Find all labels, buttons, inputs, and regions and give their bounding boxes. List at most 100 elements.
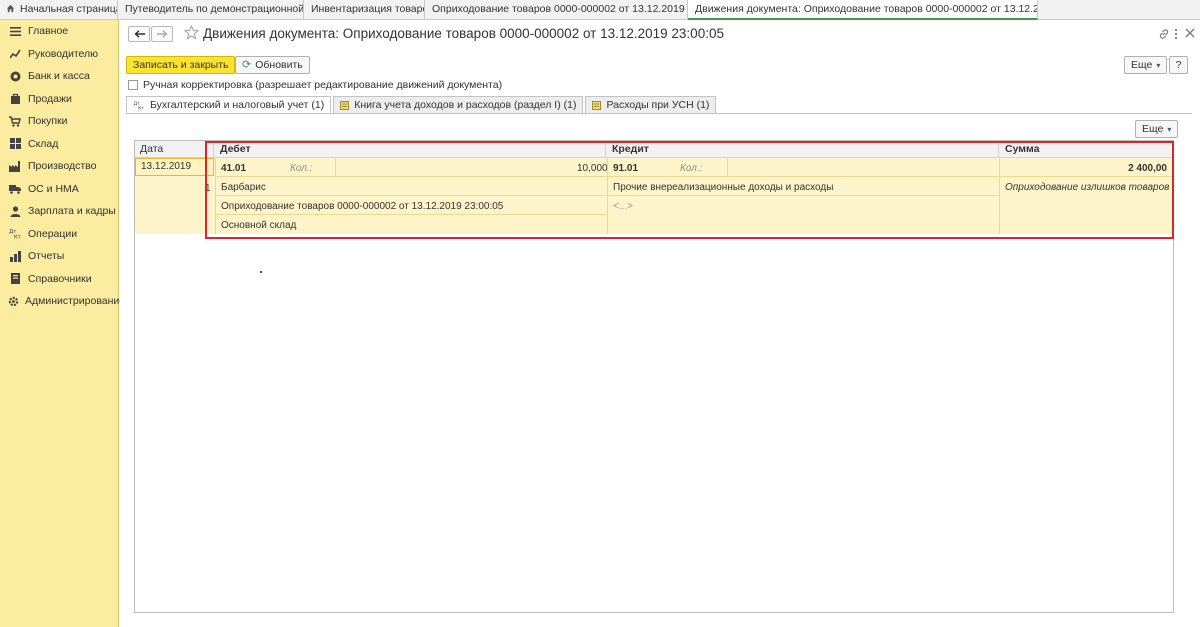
sidebar-item-operations[interactable]: Дт Кт Операции	[0, 223, 118, 246]
tab-usn-expenses[interactable]: Расходы при УСН (1)	[585, 96, 717, 113]
cell-divider	[215, 158, 216, 234]
refresh-button[interactable]: ⟳ Обновить	[235, 56, 310, 74]
sidebar-item-label: Банк и касса	[28, 70, 90, 83]
sidebar-item-purchases[interactable]: Покупки	[0, 110, 118, 133]
manual-edit-row[interactable]: Ручная корректировка (разрешает редактир…	[128, 79, 502, 91]
cell-divider	[999, 158, 1000, 234]
grid-more-button[interactable]: Еще ▾	[1135, 120, 1179, 138]
tab-document-movements[interactable]: Движения документа: Оприходование товаро…	[688, 0, 1038, 20]
sidebar-item-label: Продажи	[28, 92, 72, 105]
tabs-divider	[126, 113, 1192, 114]
save-and-close-button[interactable]: Записать и закрыть	[126, 56, 236, 74]
column-date[interactable]: Дата	[135, 141, 214, 158]
tab-inventory[interactable]: Инвентаризация товаров	[304, 0, 425, 20]
window-tab-bar: Начальная страница Путеводитель по демон…	[0, 0, 1200, 20]
debit-subconto-2[interactable]: Оприходование товаров 0000-000002 от 13.…	[221, 201, 503, 212]
grid-more-label: Еще	[1142, 123, 1164, 135]
debit-quantity[interactable]: 10,000	[577, 163, 608, 174]
report-icon	[8, 250, 22, 262]
main-area: Движения документа: Оприходование товаро…	[120, 20, 1200, 627]
menu-icon	[8, 25, 22, 37]
debit-subconto-1[interactable]: Барбарис	[221, 182, 266, 193]
column-sum[interactable]: Сумма	[1000, 141, 1173, 158]
sidebar-item-production[interactable]: Производство	[0, 155, 118, 178]
sidebar-item-label: Отчеты	[28, 250, 65, 263]
tab-guide-label: Путеводитель по демонстрационной базе	[125, 3, 304, 15]
sidebar-item-label: Операции	[28, 227, 78, 240]
credit-subconto-2[interactable]: <...>	[613, 201, 633, 212]
bag-icon	[8, 93, 22, 105]
debit-subconto-3[interactable]: Основной склад	[221, 220, 296, 231]
credit-subconto-1[interactable]: Прочие внереализационные доходы и расход…	[613, 182, 833, 193]
movements-table[interactable]: Дата Дебет Кредит Сумма 13.12.2019 1 41.…	[134, 140, 1174, 613]
tab-accounting[interactable]: Дт Кт Бухгалтерский и налоговый учет (1)	[126, 96, 332, 113]
cell-divider	[215, 195, 607, 196]
close-window-icon[interactable]	[1185, 28, 1195, 38]
sidebar-item-assets[interactable]: ОС и НМА	[0, 178, 118, 201]
tab-home[interactable]: Начальная страница	[0, 0, 118, 20]
more-button[interactable]: Еще ▾	[1124, 56, 1168, 74]
refresh-label: Обновить	[255, 59, 303, 71]
operations-icon: ДтКт	[134, 101, 145, 110]
sidebar-item-sales[interactable]: Продажи	[0, 88, 118, 111]
link-icon[interactable]	[1158, 28, 1170, 40]
table-header: Дата Дебет Кредит Сумма	[135, 141, 1173, 158]
cell-divider	[607, 195, 999, 196]
column-debit[interactable]: Дебет	[215, 141, 606, 158]
more-label: Еще	[1131, 59, 1153, 71]
sidebar-item-label: Производство	[28, 160, 97, 173]
credit-account[interactable]: 91.01	[613, 163, 638, 174]
register-icon	[340, 100, 350, 110]
tab-accounting-label: Бухгалтерский и налоговый учет (1)	[150, 98, 325, 111]
sidebar-item-bank[interactable]: Банк и касса	[0, 65, 118, 88]
sidebar-item-label: Склад	[28, 137, 59, 150]
sum-value[interactable]: 2 400,00	[1128, 163, 1167, 174]
tab-guide[interactable]: Путеводитель по демонстрационной базе	[118, 0, 304, 20]
table-row[interactable]: 13.12.2019 1 41.01 Кол.: 10,000 Барбарис…	[135, 158, 1173, 234]
more-vertical-icon[interactable]	[1174, 28, 1178, 40]
cell-divider	[607, 158, 608, 234]
cell-divider	[727, 158, 728, 176]
sidebar-item-label: Главное	[28, 25, 69, 38]
arrow-left-icon	[133, 30, 145, 38]
star-icon[interactable]	[184, 25, 199, 40]
column-credit[interactable]: Кредит	[607, 141, 999, 158]
caret-down-icon: ▾	[1156, 61, 1161, 70]
caret-down-icon: ▾	[1167, 125, 1172, 134]
help-button[interactable]: ?	[1169, 56, 1188, 74]
operations-icon: ДтКт	[8, 228, 22, 240]
home-icon	[6, 4, 15, 13]
sidebar-item-label: Администрирование	[25, 295, 126, 308]
sidebar-item-payroll[interactable]: Зарплата и кадры	[0, 200, 118, 223]
content-text[interactable]: Оприходование излишков товаров	[1005, 182, 1169, 193]
sidebar-item-warehouse[interactable]: Склад	[0, 133, 118, 156]
manual-edit-label: Ручная корректировка (разрешает редактир…	[143, 79, 503, 91]
back-button[interactable]	[128, 26, 150, 42]
credit-qty-label: Кол.:	[680, 163, 703, 174]
tab-home-label: Начальная страница	[20, 3, 118, 15]
forward-button[interactable]	[151, 26, 173, 42]
sidebar-item-admin[interactable]: Администрирование	[0, 290, 125, 313]
register-tabs: Дт Кт Бухгалтерский и налоговый учет (1) …	[126, 96, 718, 113]
cell-divider	[335, 158, 336, 176]
refresh-icon: ⟳	[242, 59, 252, 71]
manual-edit-checkbox[interactable]	[128, 80, 138, 90]
sidebar-item-label: Справочники	[28, 272, 92, 285]
sidebar-item-label: Покупки	[28, 115, 68, 128]
date-cell[interactable]: 13.12.2019	[135, 158, 214, 176]
sidebar-item-main[interactable]: Главное	[0, 20, 118, 43]
truck-icon	[8, 183, 22, 195]
debit-account[interactable]: 41.01	[221, 163, 246, 174]
cart-icon	[8, 115, 22, 127]
tab-receipt[interactable]: Оприходование товаров 0000-000002 от 13.…	[425, 0, 688, 20]
mouse-cursor-dot	[260, 271, 262, 273]
sidebar-item-reports[interactable]: Отчеты	[0, 245, 118, 268]
sidebar-item-label: ОС и НМА	[28, 182, 79, 195]
book-icon	[8, 273, 22, 285]
sidebar-item-catalogs[interactable]: Справочники	[0, 268, 118, 291]
svg-text:Кт: Кт	[138, 105, 144, 109]
coin-icon	[8, 70, 22, 82]
tab-income-book[interactable]: Книга учета доходов и расходов (раздел I…	[333, 96, 584, 113]
sidebar-item-manager[interactable]: Руководителю	[0, 43, 118, 66]
gear-icon	[8, 295, 19, 307]
